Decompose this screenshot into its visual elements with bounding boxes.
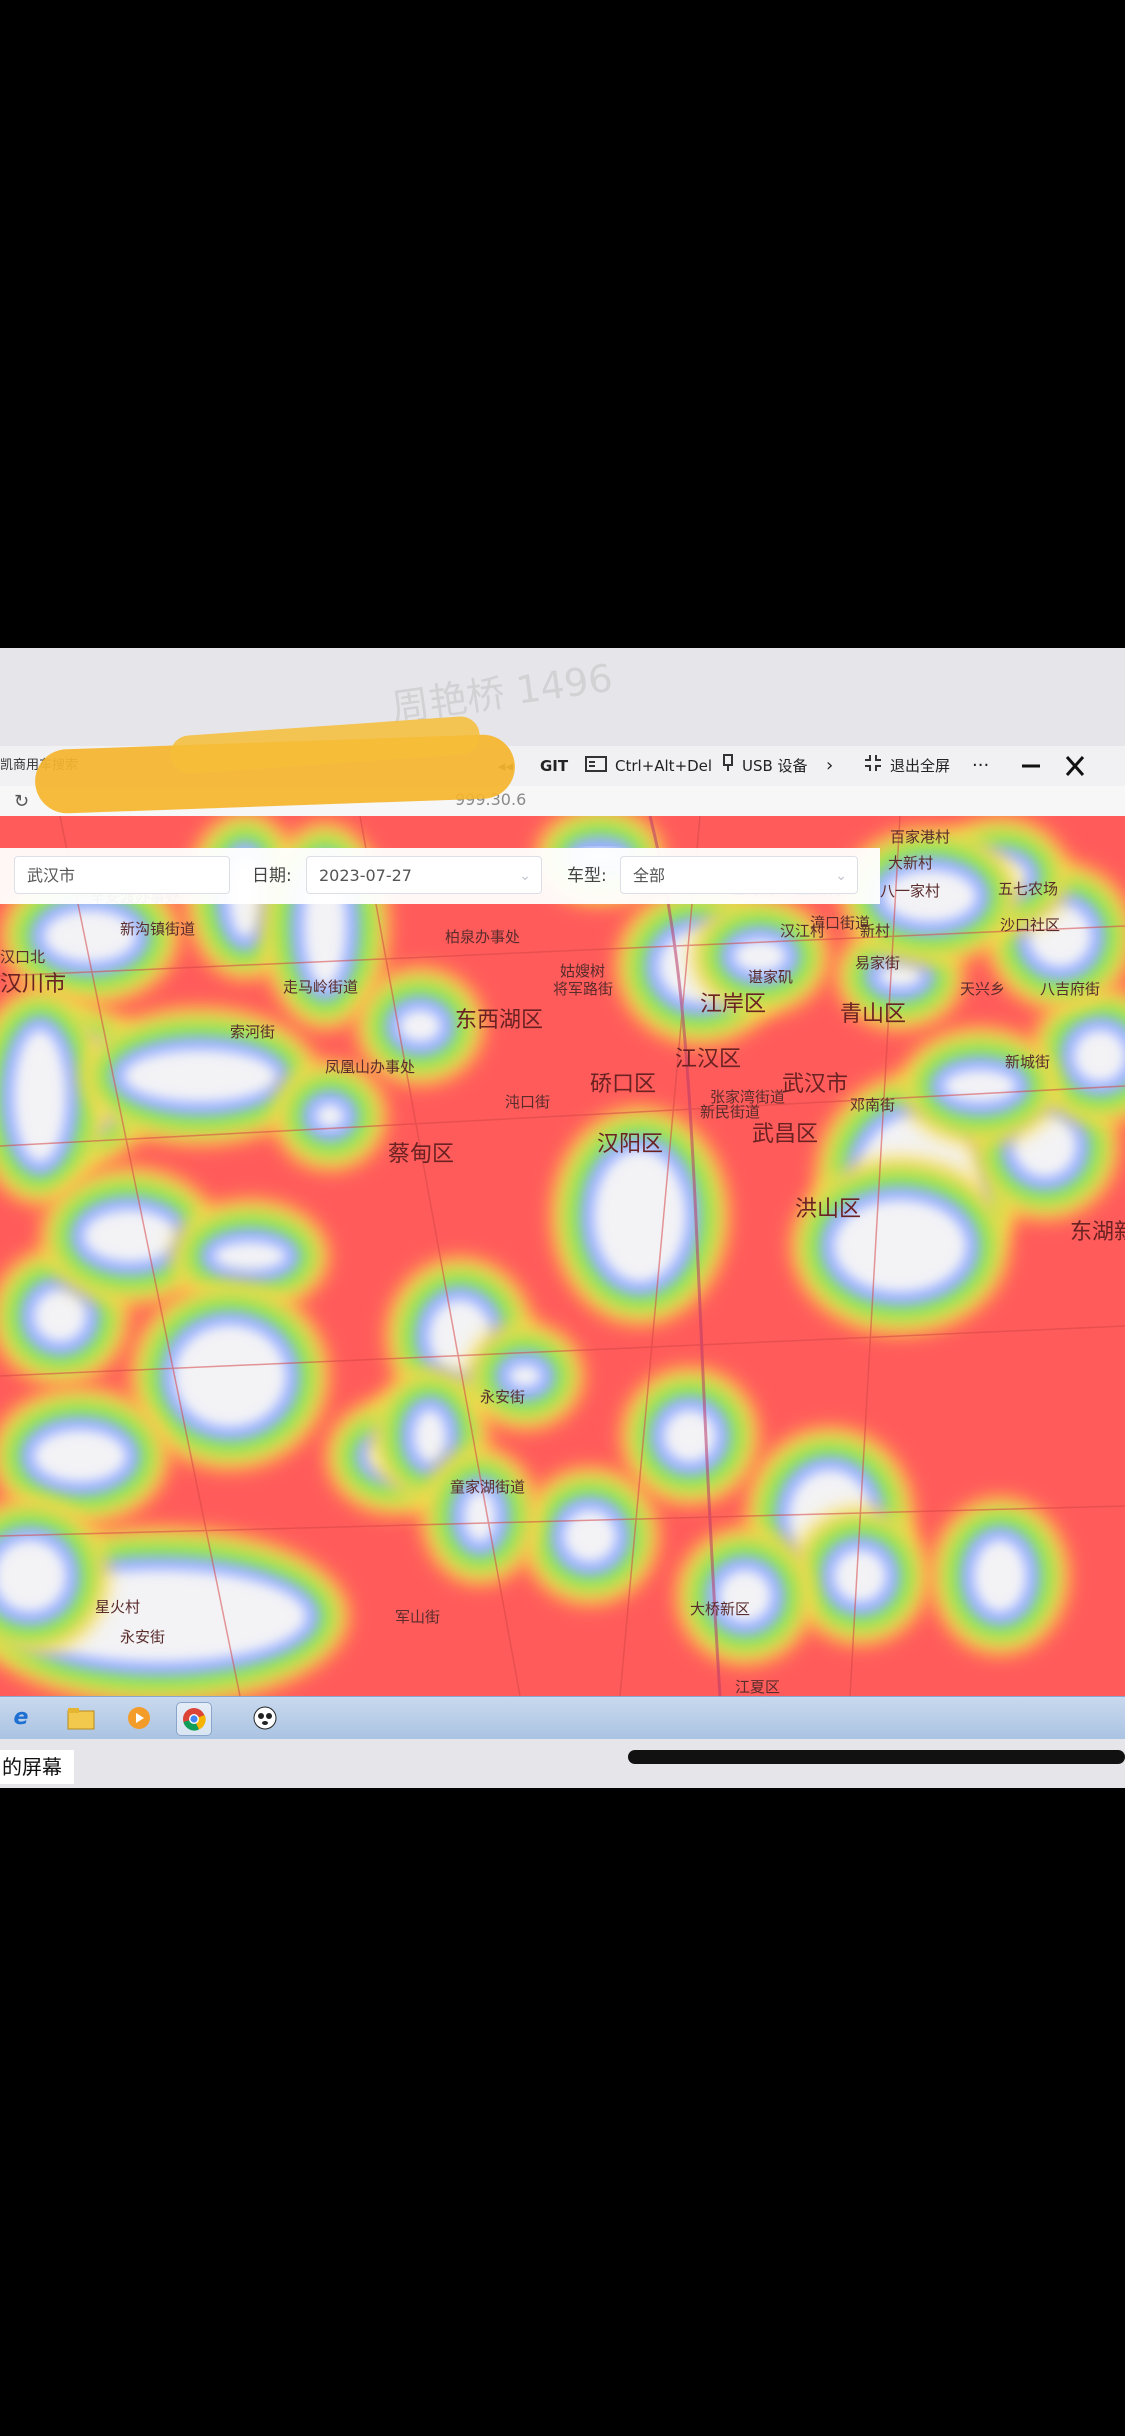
usb-label: USB 设备 [742,757,808,775]
street-label: 沙口社区 [1000,916,1061,934]
street-label: 新沟镇街道 [120,920,196,938]
street-label: 汉江村 [780,922,826,940]
screen-share-label: 的屏幕 [0,1750,74,1784]
district-label: 洪山区 [795,1197,862,1222]
reload-icon[interactable]: ↻ [14,791,29,812]
close-icon[interactable] [1064,746,1086,786]
district-label: 东西湖区 [455,1008,544,1033]
district-label: 硚口区 [590,1072,657,1097]
vehicle-type-label: 车型: [567,866,607,886]
ie-icon[interactable]: e [4,1702,38,1734]
district-label: 江汉区 [675,1047,742,1072]
windows-taskbar: e [0,1696,1125,1739]
district-label: 江岸区 [700,992,767,1017]
chevron-down-icon: ⌄ [519,868,531,884]
street-label: 八一家村 [880,882,941,900]
ctrl-alt-del-button[interactable]: Ctrl+Alt+Del [585,746,712,786]
usb-devices-button[interactable]: USB 设备 [722,746,808,786]
chrome-icon[interactable] [176,1702,212,1736]
city-value: 武汉市 [27,866,76,885]
date-picker[interactable]: 2023-07-27 ⌄ [306,856,542,894]
street-label: 大新村 [888,854,934,872]
district-label: 东湖新 [1070,1220,1125,1245]
usb-icon [722,747,734,787]
street-label: 谌家矶 [748,968,794,986]
city-select[interactable]: 武汉市 [14,856,230,894]
street-label: 江夏区 [735,1678,781,1696]
street-label: 汉口北 [0,948,46,966]
district-label: 汉川市 [0,972,67,997]
heatmap[interactable]: 东西湖区江岸区硚口区江汉区汉阳区武昌区青山区洪山区蔡甸区东湖新武汉市汉川市百家港… [0,816,1125,1696]
video-progress-bar[interactable] [628,1750,1125,1764]
street-label: 凤凰山办事处 [325,1058,416,1076]
street-label: 天兴乡 [960,980,1006,998]
district-label: 青山区 [840,1002,907,1027]
date-value: 2023-07-27 [319,866,412,885]
explorer-folder-icon[interactable] [64,1702,98,1734]
app-panda-icon[interactable] [248,1702,282,1734]
street-label: 易家街 [855,954,901,972]
district-label: 武汉市 [782,1072,849,1097]
date-label: 日期: [252,866,292,886]
exit-fullscreen-icon [864,747,882,787]
street-label: 邓南街 [850,1096,896,1114]
street-label: 将军路街 [553,980,614,998]
street-label: 柏泉办事处 [445,928,521,946]
minimize-icon[interactable] [1020,746,1042,786]
street-label: 张家湾街道 [710,1088,786,1106]
street-label: 百家港村 [890,828,951,846]
street-label: 八吉府街 [1040,980,1101,998]
vehicle-type-select[interactable]: 全部 ⌄ [620,856,858,894]
chevron-down-icon: ⌄ [835,868,847,884]
street-label: 走马岭街道 [283,978,359,996]
ctrl-alt-del-label: Ctrl+Alt+Del [615,757,713,775]
street-label: 童家湖街道 [450,1478,526,1496]
git-button[interactable]: GIT [540,746,568,786]
exit-fullscreen-button[interactable]: 退出全屏 [864,746,950,786]
street-label: 永安街 [480,1388,526,1406]
chevron-right-icon[interactable]: › [826,746,833,786]
media-player-icon[interactable] [122,1702,156,1734]
street-label: 军山街 [395,1608,441,1626]
street-label: 新村 [860,922,891,940]
street-label: 索河街 [230,1023,276,1041]
district-label: 武昌区 [752,1122,819,1147]
street-label: 沌口街 [505,1093,551,1111]
street-label: 新城街 [1005,1053,1051,1071]
remote-desktop-frame: 周艳桥 1496 凯商用车搜索 ◂◂ GIT Ctrl+Alt+Del USB … [0,648,1125,1788]
vehicle-type-value: 全部 [633,866,666,885]
exit-fullscreen-label: 退出全屏 [890,757,951,775]
street-label: 永安街 [120,1628,166,1646]
filter-bar: 武汉市 日期: 2023-07-27 ⌄ 车型: 全部 ⌄ [0,848,880,904]
street-label: 大桥新区 [690,1600,751,1618]
district-label: 蔡甸区 [388,1142,455,1167]
heatmap-canvas [0,816,1125,1696]
street-label: 五七农场 [998,880,1059,898]
keyboard-icon [585,747,607,787]
more-options-button[interactable]: ··· [972,746,989,786]
street-label: 星火村 [95,1598,141,1616]
district-label: 汉阳区 [597,1132,664,1157]
